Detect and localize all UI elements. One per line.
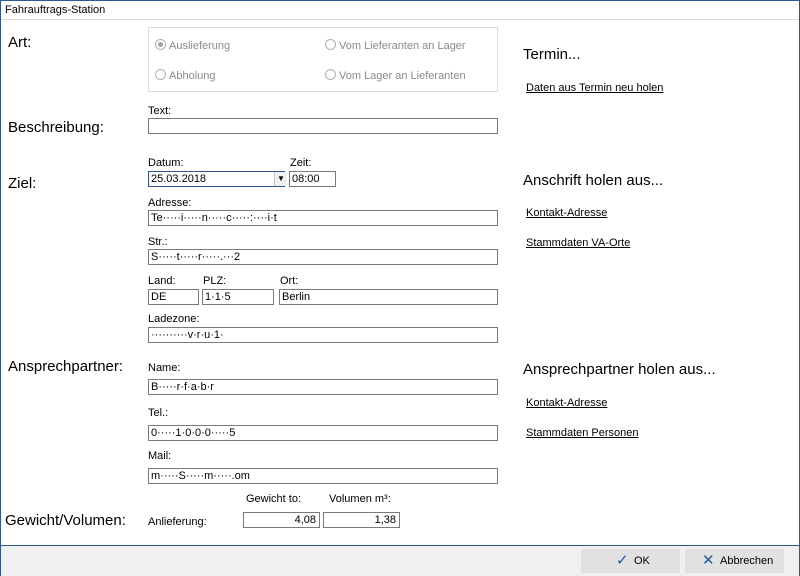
- x-icon: ✕: [702, 552, 715, 569]
- radio-vom-lieferanten-an-lager[interactable]: Vom Lieferanten an Lager: [325, 39, 466, 52]
- chevron-down-icon[interactable]: ▼: [274, 172, 287, 186]
- ort-input[interactable]: Berlin: [279, 289, 498, 305]
- str-label: Str.:: [148, 236, 168, 248]
- section-gewicht-volumen: Gewicht/Volumen:: [5, 512, 126, 529]
- checkmark-icon: ✓: [616, 552, 629, 569]
- termin-link[interactable]: Daten aus Termin neu holen: [526, 82, 663, 94]
- ok-button[interactable]: ✓ OK: [581, 549, 680, 573]
- radio-vom-lager-an-lieferanten[interactable]: Vom Lager an Lieferanten: [325, 69, 466, 82]
- text-input[interactable]: [148, 118, 498, 134]
- adresse-input[interactable]: Te·····i·····n·····c·····:····i·t: [148, 210, 498, 226]
- ladezone-label: Ladezone:: [148, 313, 200, 325]
- adresse-label: Adresse:: [148, 197, 192, 209]
- dialog-footer: ✓ OK ✕ Abbrechen: [1, 545, 799, 576]
- radio-selected-icon: [155, 39, 166, 50]
- plz-label: PLZ:: [203, 275, 227, 287]
- mail-label: Mail:: [148, 450, 172, 462]
- radio-abholung[interactable]: Abholung: [155, 69, 216, 82]
- section-beschreibung: Beschreibung:: [8, 119, 104, 136]
- termin-heading: Termin...: [523, 46, 581, 63]
- anlieferung-label: Anlieferung:: [148, 516, 207, 528]
- section-art: Art:: [8, 34, 32, 51]
- zeit-label: Zeit:: [290, 157, 312, 169]
- zeit-input[interactable]: 08:00: [289, 171, 336, 187]
- name-input[interactable]: B·····r·f·a·b·r: [148, 379, 498, 395]
- radio-icon: [325, 39, 336, 50]
- str-input[interactable]: S·····t·····r·····.···2: [148, 249, 498, 265]
- mail-input[interactable]: m·····S·····m·····.om: [148, 468, 498, 484]
- volumen-input[interactable]: 1,38: [323, 512, 400, 528]
- dialog-window: Fahrauftrags-Station Art: Beschreibung: …: [0, 0, 800, 576]
- anschrift-stammdaten-link[interactable]: Stammdaten VA-Orte: [526, 237, 630, 249]
- cancel-button[interactable]: ✕ Abbrechen: [685, 549, 784, 573]
- tel-label: Tel.:: [148, 407, 169, 419]
- section-ansprechpartner: Ansprechpartner:: [8, 358, 124, 375]
- title-bar: Fahrauftrags-Station: [1, 1, 799, 20]
- volumen-label: Volumen m³:: [329, 493, 391, 505]
- radio-icon: [325, 69, 336, 80]
- ansprechpartner-heading: Ansprechpartner holen aus...: [523, 361, 716, 378]
- ansprechpartner-stammdaten-link[interactable]: Stammdaten Personen: [526, 427, 639, 439]
- section-ziel: Ziel:: [8, 175, 37, 192]
- text-label: Text:: [148, 105, 172, 117]
- anschrift-heading: Anschrift holen aus...: [523, 172, 664, 189]
- tel-input[interactable]: 0·····1·0·0·0·····5: [148, 425, 498, 441]
- datum-label: Datum:: [148, 157, 184, 169]
- art-radio-group: Auslieferung Vom Lieferanten an Lager Ab…: [148, 27, 498, 92]
- ort-label: Ort:: [280, 275, 299, 287]
- gewicht-input[interactable]: 4,08: [243, 512, 320, 528]
- gewicht-label: Gewicht to:: [246, 493, 302, 505]
- land-label: Land:: [148, 275, 176, 287]
- plz-input[interactable]: 1·1·5: [202, 289, 274, 305]
- land-input[interactable]: DE: [148, 289, 199, 305]
- window-title: Fahrauftrags-Station: [5, 4, 106, 16]
- radio-icon: [155, 69, 166, 80]
- ansprechpartner-kontakt-adresse-link[interactable]: Kontakt-Adresse: [526, 397, 607, 409]
- radio-auslieferung[interactable]: Auslieferung: [155, 39, 230, 52]
- ladezone-input[interactable]: ··········v·r·u·1·: [148, 327, 498, 343]
- datum-picker[interactable]: 25.03.2018: [148, 171, 285, 187]
- anschrift-kontakt-adresse-link[interactable]: Kontakt-Adresse: [526, 207, 607, 219]
- name-label: Name:: [148, 362, 181, 374]
